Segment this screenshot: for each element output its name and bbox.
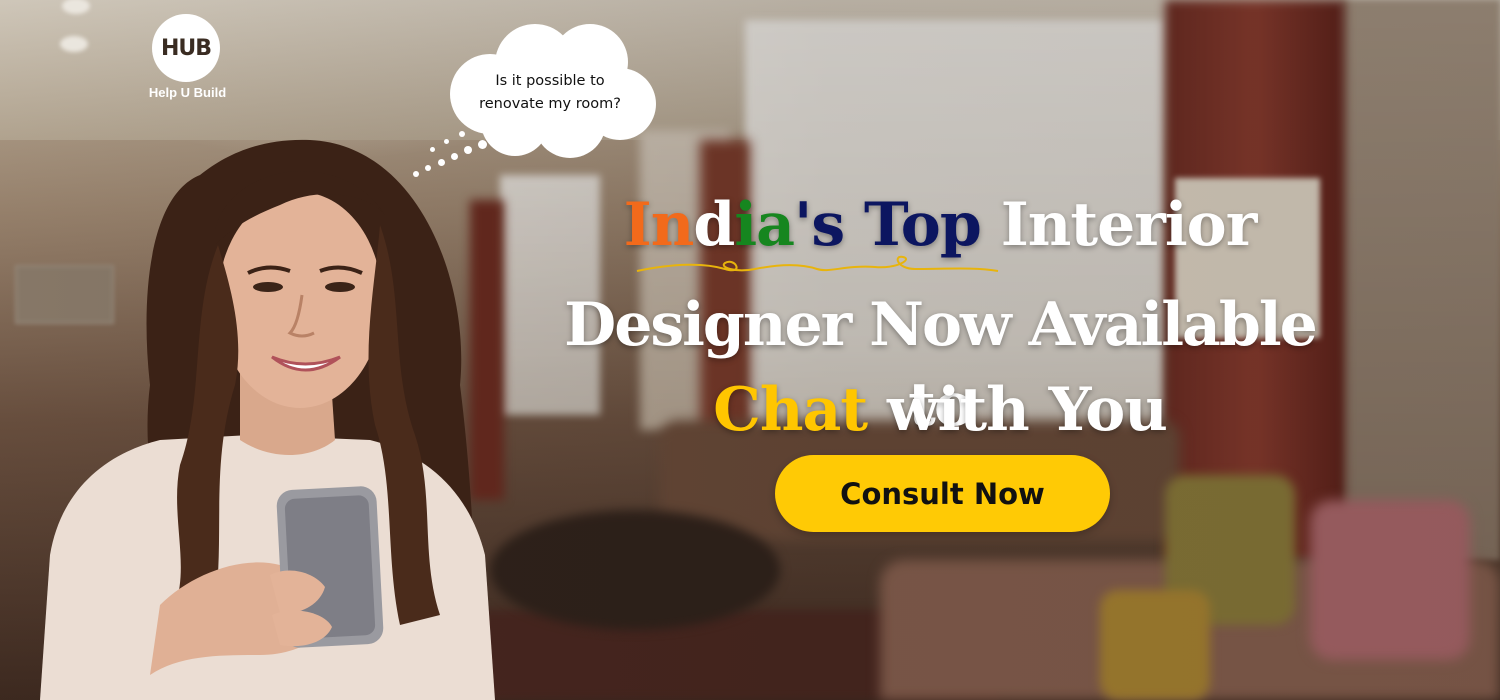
headline-words-with-you: with You	[886, 375, 1168, 445]
headline-word-part: d	[693, 190, 735, 260]
headline-word-top: Top	[864, 190, 982, 260]
thought-bubble-line: renovate my room?	[479, 96, 621, 112]
logo-badge: HUB	[152, 14, 220, 82]
thought-dot	[444, 139, 449, 144]
thought-bubble-line: Is it possible to	[495, 73, 605, 89]
thought-dot	[425, 165, 431, 171]
thought-dot	[438, 159, 445, 166]
headline-line-3: Chat with You	[540, 370, 1340, 450]
woman-with-phone-illustration	[40, 139, 495, 700]
consult-now-button[interactable]: Consult Now	[775, 455, 1110, 532]
thought-dot	[464, 146, 472, 154]
thought-dot	[413, 171, 419, 177]
headline-word-part: ia	[734, 190, 795, 260]
thought-bubble-text: Is it possible to renovate my room?	[470, 70, 630, 116]
logo-mark: HUB	[160, 35, 212, 61]
headline-word-interior: Interior	[1000, 190, 1258, 260]
thought-dot	[459, 131, 465, 137]
headline-word-part: In	[623, 190, 695, 260]
hero-banner: HUB Help U Build Is it possible to renov…	[0, 0, 1500, 700]
decorative-flourish	[636, 255, 999, 272]
headline-word-chat: Chat	[713, 375, 868, 445]
thought-dot	[478, 140, 487, 149]
brand-logo[interactable]: HUB Help U Build	[145, 14, 230, 104]
thought-dot	[451, 153, 458, 160]
logo-tagline: Help U Build	[148, 85, 227, 100]
thought-dot	[430, 147, 435, 152]
headline-word-part: 's	[794, 190, 845, 260]
